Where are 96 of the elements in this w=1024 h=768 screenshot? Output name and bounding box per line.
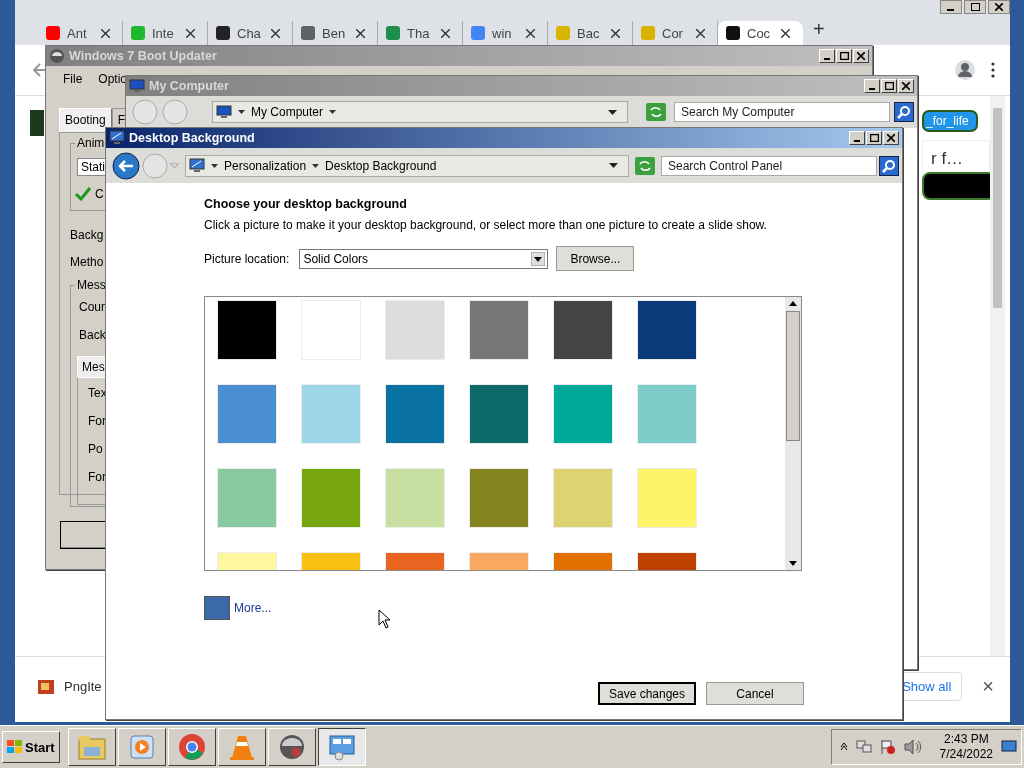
profile-icon[interactable] — [954, 59, 976, 81]
media-player-icon[interactable] — [117, 728, 166, 766]
speaker-icon[interactable] — [903, 739, 922, 755]
maximize-icon — [884, 82, 894, 90]
control-panel-icon[interactable] — [317, 728, 366, 766]
traffic-cone-icon[interactable] — [217, 728, 266, 766]
maximize-icon — [970, 3, 980, 11]
caret-icon[interactable] — [238, 110, 245, 114]
computer-icon — [216, 105, 232, 119]
scroll-thumb[interactable] — [786, 311, 800, 441]
download-file-name[interactable]: PngIte — [64, 679, 102, 694]
refresh-icon[interactable] — [646, 103, 666, 121]
close-button[interactable] — [988, 0, 1010, 14]
address-bar[interactable]: My Computer — [212, 101, 628, 123]
maximize-button[interactable] — [964, 0, 986, 14]
monitor-icon — [109, 130, 125, 146]
folder-icon[interactable] — [67, 728, 116, 766]
close-icon[interactable] — [101, 28, 110, 38]
caret-icon[interactable] — [608, 109, 617, 115]
close-icon — [887, 134, 895, 142]
show-desktop-icon[interactable] — [1001, 740, 1017, 754]
tab[interactable]: Booting — [59, 108, 112, 132]
more-link[interactable]: More... — [234, 601, 272, 615]
checkbox[interactable] — [74, 186, 92, 202]
search-icon — [882, 158, 896, 173]
browse-button[interactable]: Browse... — [556, 246, 635, 271]
address-bar[interactable]: Personalization Desktop Background — [185, 154, 629, 177]
dialog-button[interactable]: Cancel — [706, 682, 804, 705]
search-button[interactable] — [879, 155, 899, 176]
breadcrumb-item[interactable]: My Computer — [251, 105, 324, 119]
page-block — [30, 110, 44, 136]
search-field[interactable]: Search My Computer — [674, 102, 890, 122]
helmet-icon[interactable] — [267, 728, 316, 766]
field-label: For — [88, 414, 107, 428]
computer-icon — [129, 79, 145, 93]
file-icon — [38, 679, 54, 694]
browser-icon[interactable] — [167, 728, 216, 766]
color-swatch[interactable] — [204, 596, 230, 620]
close-icon — [995, 3, 1003, 11]
close-icon — [902, 82, 910, 90]
dialog-button[interactable]: Save changes — [598, 682, 696, 705]
back-icon[interactable] — [112, 151, 140, 180]
chevron-icon[interactable] — [839, 743, 848, 751]
start-button[interactable]: Start — [2, 731, 60, 763]
field-label: Po — [88, 442, 104, 456]
scroll-thumb[interactable] — [993, 108, 1002, 308]
window-title: My Computer — [149, 79, 229, 93]
menu-item[interactable]: File — [63, 72, 83, 92]
window-title: Desktop Background — [129, 131, 255, 145]
field-label: Picture location: — [204, 251, 290, 266]
search-icon — [897, 105, 911, 119]
close-icon[interactable] — [696, 28, 705, 38]
maximize-icon — [839, 52, 849, 60]
windows-logo-icon — [7, 740, 23, 754]
field-label: For — [88, 470, 107, 484]
maximize-icon — [869, 134, 879, 142]
clock-date[interactable]: 7/24/2022 — [939, 747, 993, 762]
flag-icon[interactable] — [879, 739, 896, 755]
close-download-bar-button[interactable]: × — [978, 675, 998, 698]
close-icon[interactable] — [356, 28, 365, 38]
checkbox-label: C — [95, 187, 104, 201]
caret-icon[interactable] — [312, 163, 320, 168]
dropdown-arrow-icon[interactable] — [531, 251, 546, 266]
search-button[interactable] — [894, 102, 914, 122]
close-icon[interactable] — [271, 28, 280, 38]
app-icon — [49, 48, 65, 64]
close-icon[interactable] — [611, 28, 620, 38]
card-text: r f… — [931, 149, 964, 169]
close-icon[interactable] — [781, 28, 790, 38]
close-icon — [857, 52, 865, 60]
close-icon[interactable] — [186, 28, 195, 38]
group-label: Anim — [75, 136, 107, 150]
breadcrumb-item[interactable]: Personalization — [224, 158, 307, 173]
search-field[interactable]: Search Control Panel — [661, 155, 877, 176]
new-tab-button[interactable]: + — [813, 18, 825, 41]
network-icon[interactable] — [855, 739, 872, 755]
refresh-icon[interactable] — [635, 156, 655, 175]
caret-icon[interactable] — [609, 163, 618, 168]
monitor-icon — [189, 157, 205, 174]
location-dropdown[interactable]: Solid Colors — [299, 248, 549, 269]
browser-tab[interactable]: Coc — [718, 21, 803, 45]
group-label: Mess — [75, 278, 108, 292]
caret-icon[interactable] — [329, 110, 337, 114]
minimize-button[interactable] — [940, 0, 962, 14]
breadcrumb-item[interactable]: Desktop Background — [325, 158, 437, 173]
field-label: Metho — [70, 255, 104, 265]
heading: Choose your desktop background — [204, 197, 408, 211]
field-label: Back — [79, 328, 107, 342]
cursor-icon — [378, 609, 391, 629]
description: Click a picture to make it your desktop background, or select more than one picture to create a slide show. — [204, 218, 768, 232]
caret-icon[interactable] — [211, 163, 218, 168]
close-icon[interactable] — [441, 28, 450, 38]
clock-time[interactable]: 2:43 PM — [943, 732, 989, 747]
close-icon[interactable] — [526, 28, 535, 38]
menu-icon[interactable] — [990, 62, 996, 78]
window-title: Windows 7 Boot Updater — [69, 49, 217, 63]
